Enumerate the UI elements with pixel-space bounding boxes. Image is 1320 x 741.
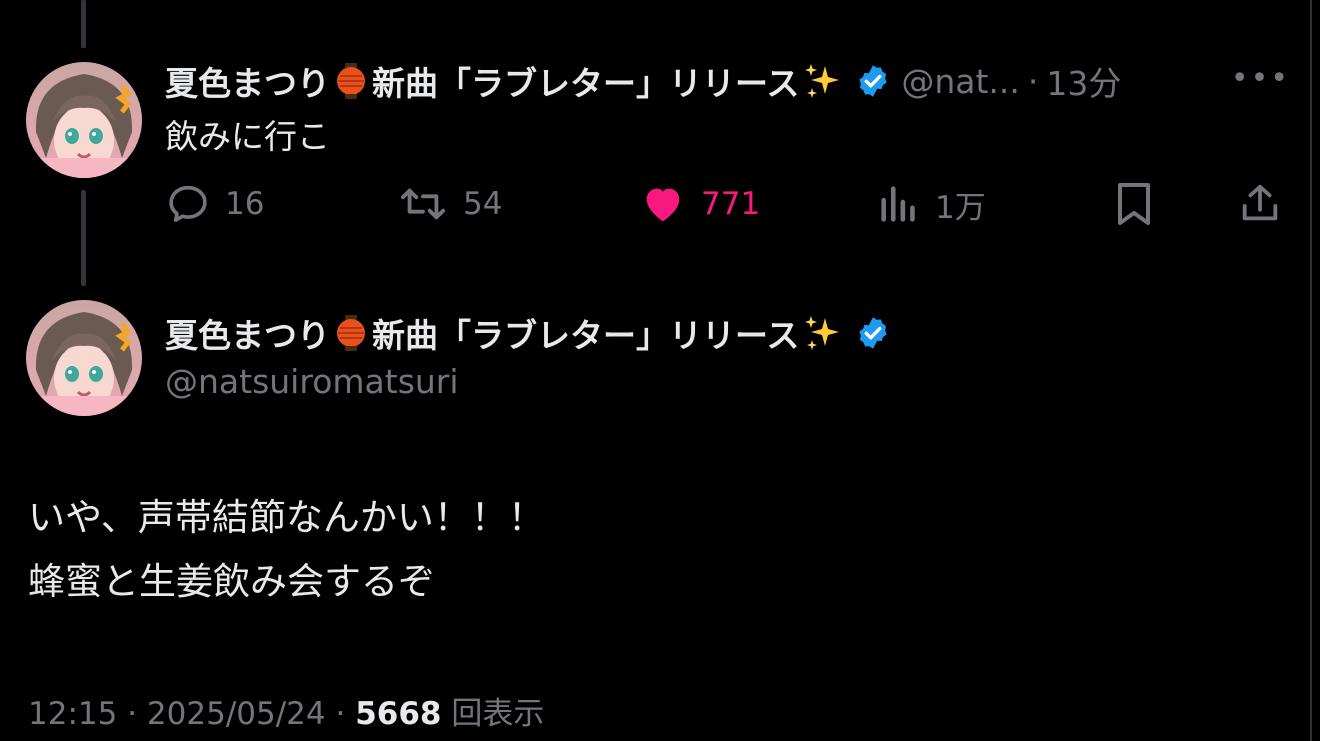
reply-button[interactable]: 16 [165,178,264,230]
display-name-suffix: 新曲「ラブレター」リリース [372,316,800,355]
tweet-date[interactable]: 2025/05/24 [147,696,326,732]
tweet-time[interactable]: 12:15 [28,696,117,732]
sparkles-emoji [803,314,841,352]
share-icon [1237,180,1283,228]
timestamp[interactable]: 13分 [1046,57,1121,105]
main-tweet-header: 夏色まつり 新曲「ラブレター」リリース [165,308,901,358]
main-tweet-text: いや、声帯結節なんかい！！！ 蜂蜜と生姜飲み会するぞ [28,486,545,614]
thread-line-top [81,0,86,48]
reply-icon [165,181,211,227]
more-icon[interactable]: ••• [1231,64,1290,94]
action-bar: 16 54 771 1万 [165,178,1290,230]
views-count: 1万 [935,189,986,226]
view-count: 5668 [355,696,442,732]
avatar[interactable] [26,62,142,178]
display-name[interactable]: 夏色まつり [165,57,330,105]
heart-icon [639,181,687,227]
verified-badge-icon [855,315,891,351]
lantern-emoji [334,62,368,100]
display-name[interactable]: 夏色まつり [165,309,330,357]
tweet-meta: 12:15 · 2025/05/24 · 5668 回表示 [28,696,545,732]
reply-count: 16 [225,186,265,222]
retweet-button[interactable]: 54 [397,178,502,230]
display-name-suffix: 新曲「ラブレター」リリース [372,64,800,103]
verified-badge-icon [855,63,891,99]
like-count: 771 [701,186,761,222]
handle[interactable]: @natsuiromatsuri [165,362,459,401]
like-button[interactable]: 771 [639,178,760,230]
retweet-icon [397,181,449,227]
avatar[interactable] [26,300,142,416]
views-icon [877,181,921,227]
reply-tweet-text: 飲みに行こ [165,117,330,156]
bookmark-icon [1112,180,1156,228]
tweet-line: いや、声帯結節なんかい！！！ [28,496,545,539]
share-button[interactable] [1237,178,1283,230]
reply-tweet-header: 夏色まつり 新曲「ラブレター」リリース @nat... · 13分 [165,56,1121,106]
separator: · [1027,61,1039,101]
handle[interactable]: @nat... [901,62,1020,101]
retweet-count: 54 [463,186,503,222]
sparkles-emoji [803,62,841,100]
views-button[interactable]: 1万 [877,178,986,230]
lantern-emoji [334,314,368,352]
thread-line-connector [81,190,86,286]
tweet-line: 蜂蜜と生姜飲み会するぞ [28,560,435,603]
views-label: 回表示 [451,696,545,732]
bookmark-button[interactable] [1112,178,1156,230]
scrollbar-edge [1310,0,1312,741]
